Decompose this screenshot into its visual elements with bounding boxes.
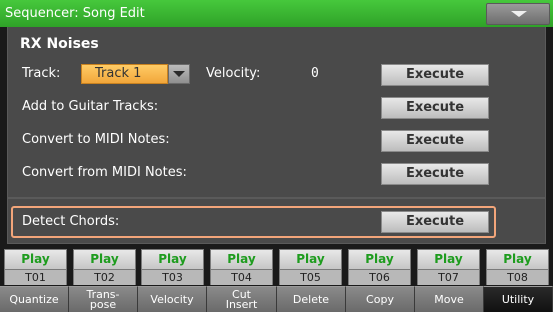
tab-velocity[interactable]: Velocity xyxy=(138,286,207,312)
page-title: Sequencer: Song Edit xyxy=(5,6,145,21)
play-button-t01[interactable]: Play xyxy=(4,249,67,270)
tab-label: Velocity xyxy=(150,292,194,306)
track-number-row: T01 T02 T03 T04 T05 T06 T07 T08 xyxy=(0,270,553,285)
tab-quantize[interactable]: Quantize xyxy=(0,286,69,312)
velocity-label: Velocity: xyxy=(206,66,261,81)
tab-move[interactable]: Move xyxy=(415,286,484,312)
tab-transpose[interactable]: Trans- pose xyxy=(69,286,138,312)
track-dropdown-button[interactable] xyxy=(168,64,190,84)
play-button-t02[interactable]: Play xyxy=(73,249,136,270)
add-guitar-tracks-execute-button[interactable]: Execute xyxy=(381,97,489,119)
velocity-value[interactable]: 0 xyxy=(311,66,319,81)
convert-from-midi-execute-button[interactable]: Execute xyxy=(381,163,489,185)
convert-to-midi-execute-button[interactable]: Execute xyxy=(381,130,489,152)
tab-label: Copy xyxy=(366,292,394,306)
play-button-t05[interactable]: Play xyxy=(279,249,342,270)
chevron-down-icon xyxy=(511,11,527,17)
detect-chords-execute-button[interactable]: Execute xyxy=(381,211,489,233)
play-button-t04[interactable]: Play xyxy=(210,249,273,270)
tab-label: Cut Insert xyxy=(225,287,258,311)
tab-label: Utility xyxy=(501,292,535,306)
play-button-t06[interactable]: Play xyxy=(348,249,411,270)
tab-delete[interactable]: Delete xyxy=(277,286,346,312)
tab-utility[interactable]: Utility xyxy=(484,286,553,312)
tab-label: Trans- pose xyxy=(86,287,120,311)
track-label-t07: T07 xyxy=(417,270,480,285)
track-label-t01: T01 xyxy=(4,270,67,285)
detect-chords-label: Detect Chords: xyxy=(22,214,120,229)
convert-to-midi-label: Convert to MIDI Notes: xyxy=(22,132,170,147)
convert-from-midi-label: Convert from MIDI Notes: xyxy=(22,165,187,180)
tab-copy[interactable]: Copy xyxy=(346,286,415,312)
track-label-t06: T06 xyxy=(348,270,411,285)
track-label-t02: T02 xyxy=(73,270,136,285)
play-row: Play Play Play Play Play Play Play Play xyxy=(0,249,553,270)
add-guitar-tracks-label: Add to Guitar Tracks: xyxy=(22,99,159,114)
track-label-t04: T04 xyxy=(210,270,273,285)
track-label: Track: xyxy=(22,66,61,81)
section-title: RX Noises xyxy=(20,36,99,52)
edit-tabs: Quantize Trans- pose Velocity Cut Insert… xyxy=(0,286,553,312)
chevron-down-icon xyxy=(173,71,185,77)
tab-cut-insert[interactable]: Cut Insert xyxy=(207,286,277,312)
tab-label: Delete xyxy=(292,292,330,306)
track-label-t08: T08 xyxy=(486,270,549,285)
play-button-t03[interactable]: Play xyxy=(141,249,204,270)
title-bar: Sequencer: Song Edit xyxy=(0,0,553,27)
tab-label: Move xyxy=(434,292,464,306)
rx-noises-execute-button[interactable]: Execute xyxy=(381,64,489,86)
track-label-t05: T05 xyxy=(279,270,342,285)
play-button-t07[interactable]: Play xyxy=(417,249,480,270)
play-button-t08[interactable]: Play xyxy=(486,249,549,270)
tab-label: Quantize xyxy=(9,292,59,306)
track-label-t03: T03 xyxy=(141,270,204,285)
page-menu-button[interactable] xyxy=(486,3,550,25)
track-select[interactable]: Track 1 xyxy=(81,64,168,84)
